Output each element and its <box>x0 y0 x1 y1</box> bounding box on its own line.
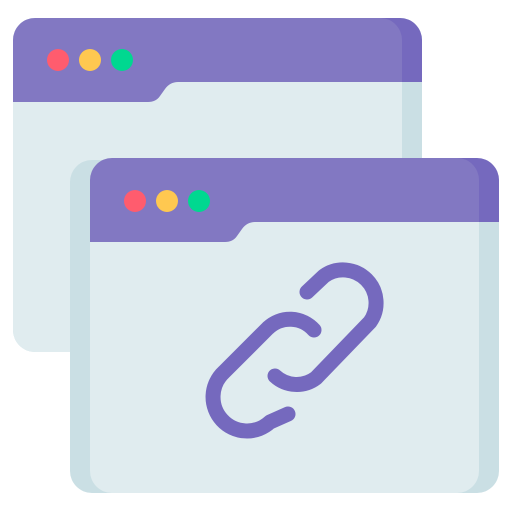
illustration-svg <box>13 18 499 493</box>
front-maximize-dot-icon <box>188 190 210 212</box>
front-minimize-dot-icon <box>156 190 178 212</box>
back-close-dot-icon <box>47 49 69 71</box>
back-maximize-dot-icon <box>111 49 133 71</box>
browser-link-illustration <box>0 0 512 512</box>
back-minimize-dot-icon <box>79 49 101 71</box>
front-close-dot-icon <box>124 190 146 212</box>
